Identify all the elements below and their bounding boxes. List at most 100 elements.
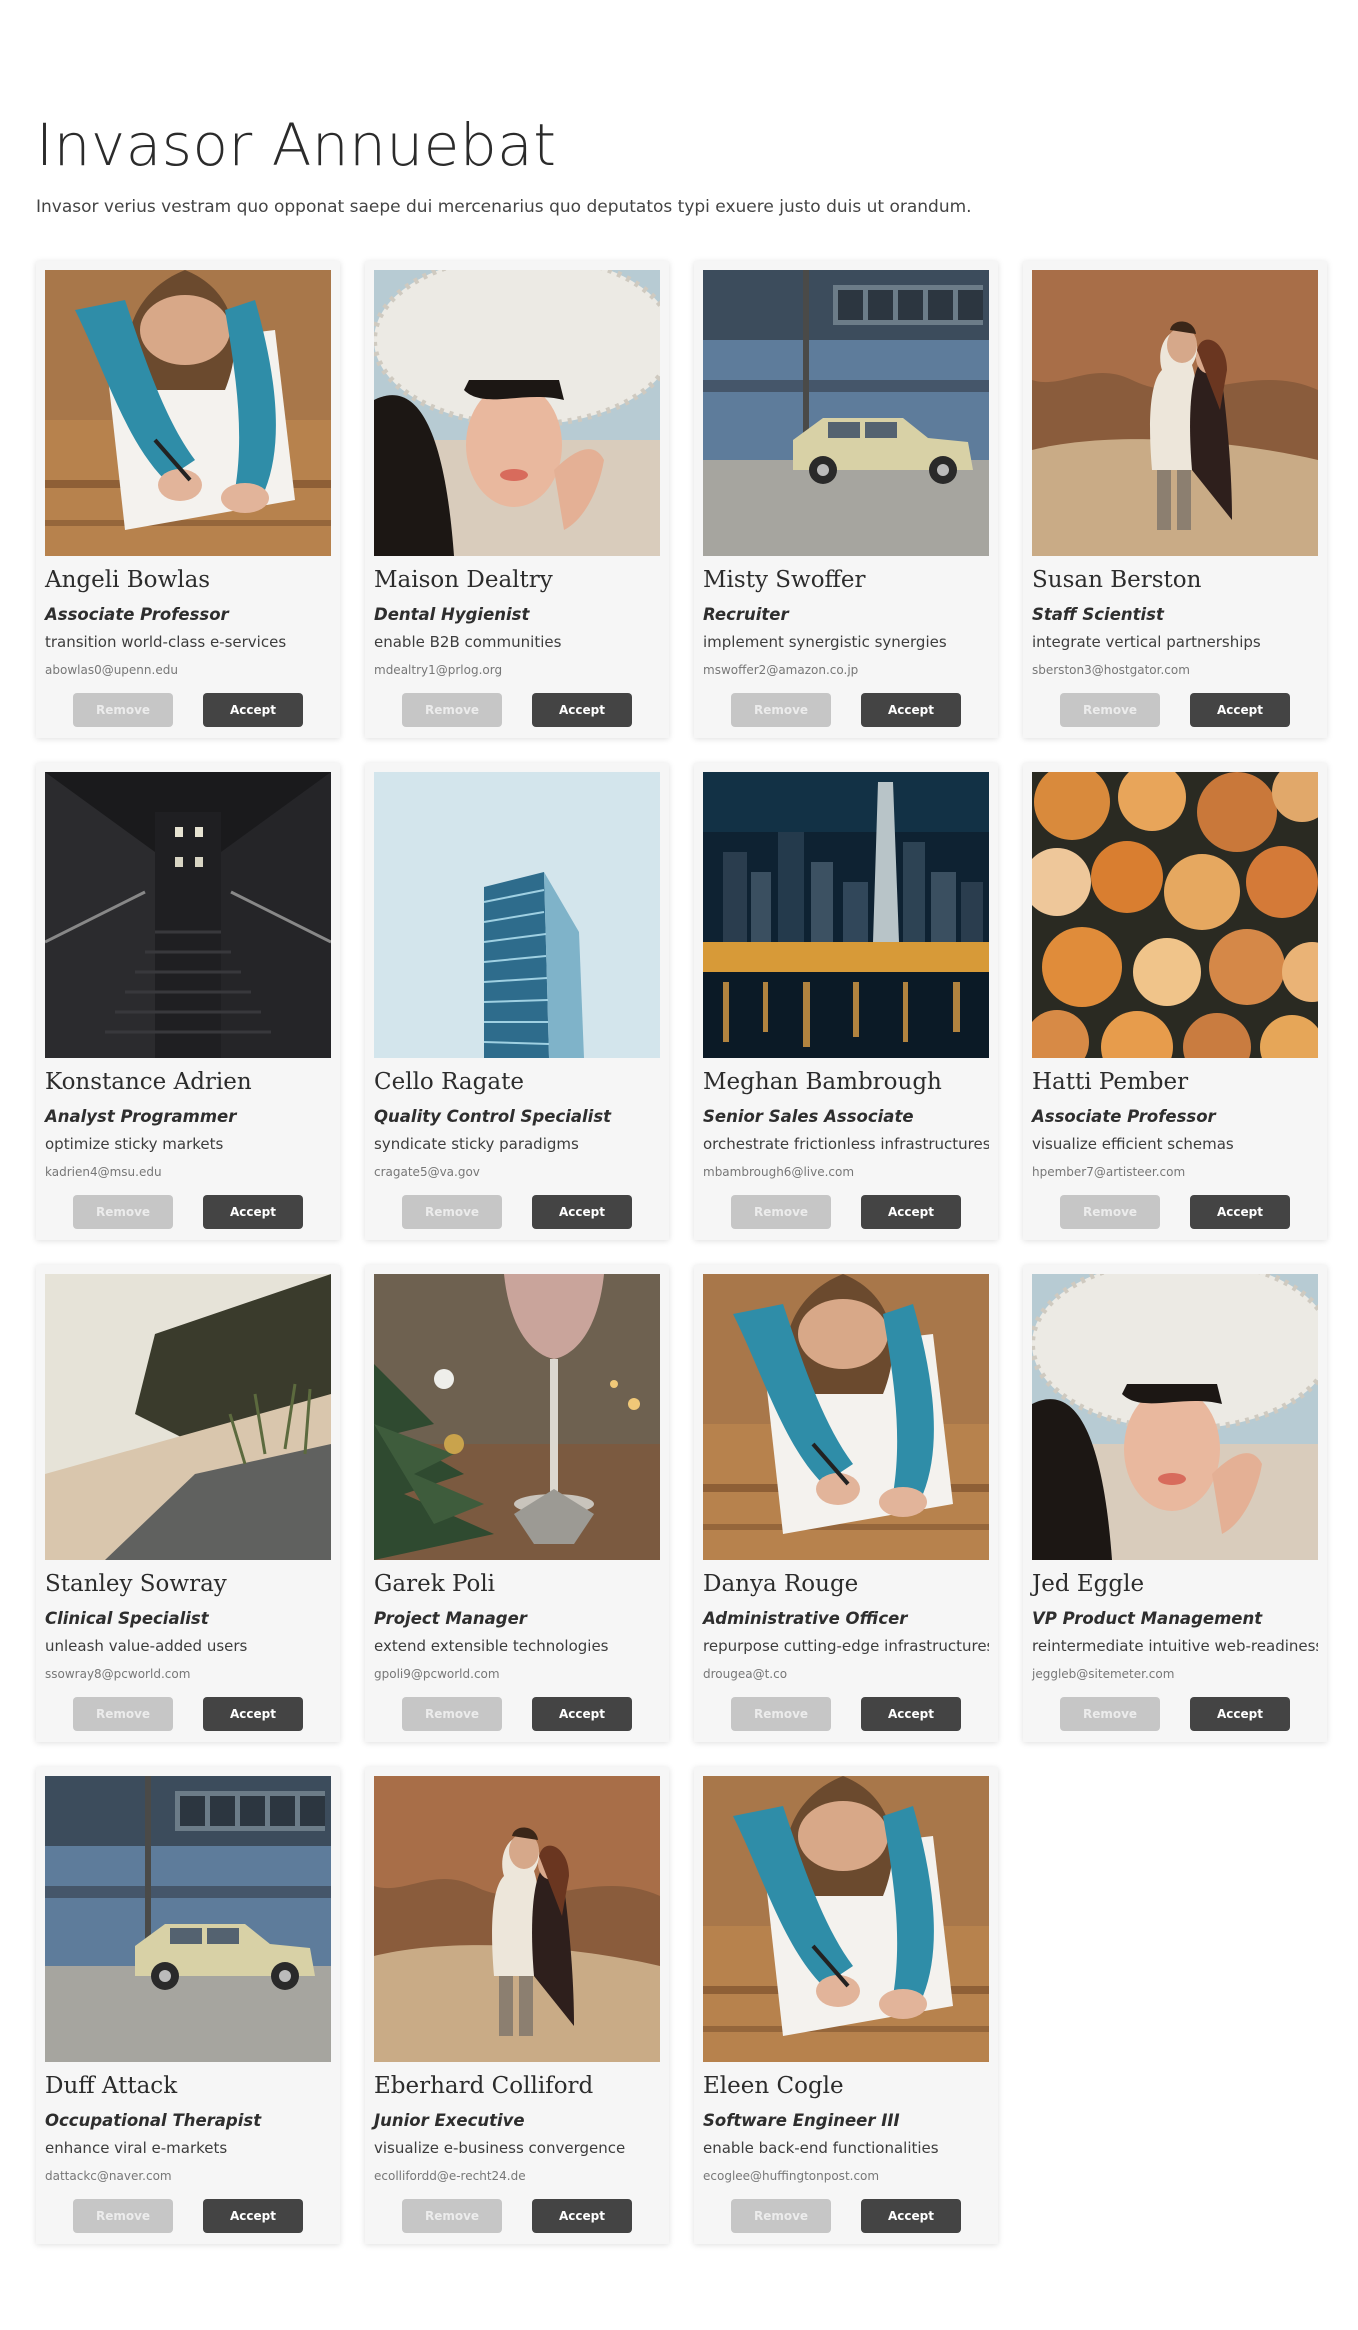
- accept-button[interactable]: Accept: [861, 2199, 961, 2233]
- remove-button[interactable]: Remove: [731, 1697, 831, 1731]
- card-name: Stanley Sowray: [45, 1571, 227, 1597]
- card-email: mbambrough6@live.com: [703, 1165, 855, 1179]
- wine-glass-photo: [374, 1274, 660, 1560]
- profile-card: Garek Poli Project Manager extend extensib…: [365, 1265, 669, 1742]
- dark-stairway-photo: [45, 772, 331, 1058]
- card-actions: Remove Accept: [36, 693, 340, 727]
- card-email: hpember7@artisteer.com: [1032, 1165, 1186, 1179]
- accept-button[interactable]: Accept: [203, 2199, 303, 2233]
- card-actions: Remove Accept: [365, 693, 669, 727]
- card-email: abowlas0@upenn.edu: [45, 663, 178, 677]
- remove-button[interactable]: Remove: [402, 1697, 502, 1731]
- remove-button[interactable]: Remove: [402, 1195, 502, 1229]
- remove-button[interactable]: Remove: [731, 693, 831, 727]
- card-actions: Remove Accept: [36, 1697, 340, 1731]
- card-actions: Remove Accept: [365, 2199, 669, 2233]
- girl-drawing-photo: [703, 1274, 989, 1560]
- accept-button[interactable]: Accept: [532, 1195, 632, 1229]
- card-role: VP Product Management: [1032, 1609, 1263, 1628]
- accept-button[interactable]: Accept: [1190, 693, 1290, 727]
- glass-tower-photo: [374, 772, 660, 1058]
- card-role: Clinical Specialist: [45, 1609, 209, 1628]
- card-role: Analyst Programmer: [45, 1107, 237, 1126]
- page-title: Invasor Annuebat: [36, 111, 557, 179]
- card-tagline: repurpose cutting-edge infrastructures: [703, 1637, 989, 1655]
- card-tagline: transition world-class e-services: [45, 633, 287, 651]
- profile-card: Duff Attack Occupational Therapist enhance…: [36, 1767, 340, 2244]
- girl-drawing-photo: [45, 270, 331, 556]
- card-role: Quality Control Specialist: [374, 1107, 612, 1126]
- card-actions: Remove Accept: [36, 2199, 340, 2233]
- card-tagline: orchestrate frictionless infrastructures: [703, 1135, 989, 1153]
- remove-button[interactable]: Remove: [73, 693, 173, 727]
- card-name: Eleen Cogle: [703, 2073, 844, 2099]
- vintage-car-photo: [45, 1776, 331, 2062]
- card-actions: Remove Accept: [694, 693, 998, 727]
- profile-card: Cello Ragate Quality Control Specialist sy…: [365, 763, 669, 1240]
- accept-button[interactable]: Accept: [203, 1697, 303, 1731]
- card-email: ssowray8@pcworld.com: [45, 1667, 191, 1681]
- card-actions: Remove Accept: [365, 1195, 669, 1229]
- card-role: Administrative Officer: [703, 1609, 908, 1628]
- remove-button[interactable]: Remove: [1060, 693, 1160, 727]
- accept-button[interactable]: Accept: [861, 1195, 961, 1229]
- card-email: dattackc@naver.com: [45, 2169, 172, 2183]
- remove-button[interactable]: Remove: [731, 2199, 831, 2233]
- card-tagline: unleash value-added users: [45, 1637, 248, 1655]
- card-email: gpoli9@pcworld.com: [374, 1667, 500, 1681]
- remove-button[interactable]: Remove: [73, 1195, 173, 1229]
- accept-button[interactable]: Accept: [532, 2199, 632, 2233]
- card-tagline: enable B2B communities: [374, 633, 562, 651]
- profile-card: Konstance Adrien Analyst Programmer optimi…: [36, 763, 340, 1240]
- card-role: Junior Executive: [374, 2111, 525, 2130]
- accept-button[interactable]: Accept: [203, 693, 303, 727]
- woman-sunhat-photo: [1032, 1274, 1318, 1560]
- card-email: sberston3@hostgator.com: [1032, 663, 1190, 677]
- card-role: Project Manager: [374, 1609, 527, 1628]
- card-name: Cello Ragate: [374, 1069, 524, 1095]
- accept-button[interactable]: Accept: [532, 1697, 632, 1731]
- city-night-photo: [703, 772, 989, 1058]
- card-email: kadrien4@msu.edu: [45, 1165, 162, 1179]
- profile-card: Danya Rouge Administrative Officer repurpo…: [694, 1265, 998, 1742]
- remove-button[interactable]: Remove: [73, 2199, 173, 2233]
- card-tagline: visualize efficient schemas: [1032, 1135, 1234, 1153]
- card-name: Garek Poli: [374, 1571, 496, 1597]
- card-tagline: enhance viral e-markets: [45, 2139, 228, 2157]
- card-role: Recruiter: [703, 605, 789, 624]
- profile-card: Meghan Bambrough Senior Sales Associate or…: [694, 763, 998, 1240]
- beach-cliff-photo: [45, 1274, 331, 1560]
- card-role: Associate Professor: [45, 605, 229, 624]
- accept-button[interactable]: Accept: [1190, 1697, 1290, 1731]
- card-name: Jed Eggle: [1032, 1571, 1145, 1597]
- pumpkins-photo: [1032, 772, 1318, 1058]
- profile-card: Hatti Pember Associate Professor visualize…: [1023, 763, 1327, 1240]
- card-tagline: integrate vertical partnerships: [1032, 633, 1261, 651]
- card-actions: Remove Accept: [694, 1697, 998, 1731]
- card-tagline: visualize e-business convergence: [374, 2139, 626, 2157]
- card-tagline: enable back-end functionalities: [703, 2139, 939, 2157]
- remove-button[interactable]: Remove: [1060, 1195, 1160, 1229]
- remove-button[interactable]: Remove: [73, 1697, 173, 1731]
- remove-button[interactable]: Remove: [402, 2199, 502, 2233]
- accept-button[interactable]: Accept: [861, 693, 961, 727]
- accept-button[interactable]: Accept: [203, 1195, 303, 1229]
- card-tagline: extend extensible technologies: [374, 1637, 609, 1655]
- remove-button[interactable]: Remove: [402, 693, 502, 727]
- remove-button[interactable]: Remove: [731, 1195, 831, 1229]
- accept-button[interactable]: Accept: [532, 693, 632, 727]
- page-intro: Invasor verius vestram quo opponat saepe…: [36, 197, 972, 217]
- accept-button[interactable]: Accept: [1190, 1195, 1290, 1229]
- card-name: Duff Attack: [45, 2073, 178, 2099]
- card-email: drougea@t.co: [703, 1667, 788, 1681]
- card-email: ecollifordd@e-recht24.de: [374, 2169, 526, 2183]
- card-name: Susan Berston: [1032, 567, 1202, 593]
- profile-card: Stanley Sowray Clinical Specialist unleash…: [36, 1265, 340, 1742]
- accept-button[interactable]: Accept: [861, 1697, 961, 1731]
- card-email: jeggleb@sitemeter.com: [1032, 1667, 1175, 1681]
- vintage-car-photo: [703, 270, 989, 556]
- profile-card: Misty Swoffer Recruiter implement synergis…: [694, 261, 998, 738]
- card-role: Software Engineer III: [703, 2111, 900, 2130]
- remove-button[interactable]: Remove: [1060, 1697, 1160, 1731]
- profile-card: Jed Eggle VP Product Management reintermed…: [1023, 1265, 1327, 1742]
